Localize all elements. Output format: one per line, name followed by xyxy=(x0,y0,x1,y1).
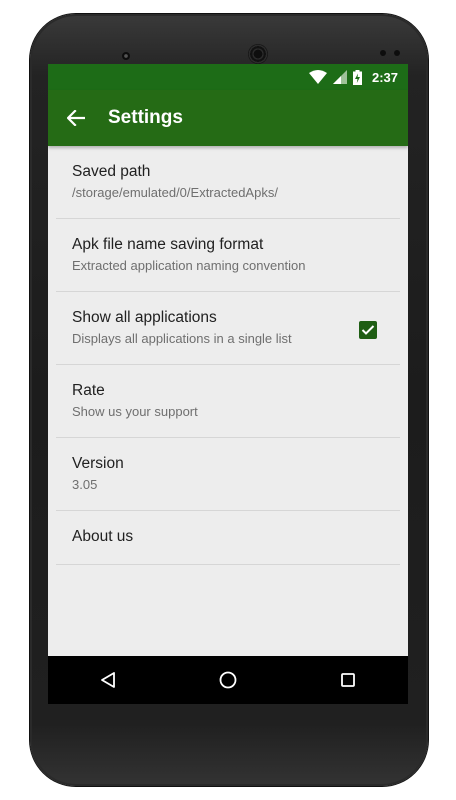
home-circle-icon xyxy=(219,671,237,689)
app-toolbar: Settings xyxy=(48,90,408,146)
setting-subtitle: Show us your support xyxy=(72,404,198,419)
navigation-bar xyxy=(48,656,408,704)
setting-rate[interactable]: Rate Show us your support xyxy=(48,365,408,438)
back-button[interactable] xyxy=(48,90,104,146)
setting-title: Apk file name saving format xyxy=(72,236,264,253)
setting-version[interactable]: Version 3.05 xyxy=(48,438,408,511)
signal-icon xyxy=(332,70,347,84)
battery-icon xyxy=(352,69,362,85)
setting-title: Version xyxy=(72,455,124,472)
nav-recents-button[interactable] xyxy=(323,656,373,704)
setting-subtitle: Extracted application naming convention xyxy=(72,258,306,273)
nav-back-button[interactable] xyxy=(83,656,133,704)
earpiece-speaker xyxy=(248,44,268,64)
sensor-icon xyxy=(380,50,386,56)
setting-subtitle: /storage/emulated/0/ExtractedApks/ xyxy=(72,185,278,200)
nav-home-button[interactable] xyxy=(203,656,253,704)
setting-file-name-format[interactable]: Apk file name saving format Extracted ap… xyxy=(48,219,408,292)
setting-title: About us xyxy=(72,528,134,545)
setting-about-us[interactable]: About us xyxy=(48,511,408,565)
setting-subtitle: 3.05 xyxy=(72,477,98,492)
divider xyxy=(56,564,400,565)
checkmark-icon xyxy=(361,325,375,335)
setting-title: Show all applications xyxy=(72,309,217,326)
setting-title: Saved path xyxy=(72,163,151,180)
wifi-icon xyxy=(308,70,327,84)
back-triangle-icon xyxy=(101,672,115,688)
show-all-checkbox[interactable] xyxy=(359,321,377,339)
arrow-back-icon xyxy=(67,110,85,126)
sensor-icon xyxy=(394,50,400,56)
status-bar: 2:37 xyxy=(48,64,408,90)
setting-saved-path[interactable]: Saved path /storage/emulated/0/Extracted… xyxy=(48,146,408,219)
settings-list: Saved path /storage/emulated/0/Extracted… xyxy=(48,146,408,565)
screen: 2:37 Settings Saved path /storage/emulat… xyxy=(48,64,408,704)
setting-subtitle: Displays all applications in a single li… xyxy=(72,331,292,346)
clock: 2:37 xyxy=(371,69,398,85)
page-title: Settings xyxy=(108,107,183,128)
front-camera-icon xyxy=(122,52,130,60)
setting-show-all-applications[interactable]: Show all applications Displays all appli… xyxy=(48,292,408,365)
setting-title: Rate xyxy=(72,382,105,399)
recents-square-icon xyxy=(341,673,355,687)
